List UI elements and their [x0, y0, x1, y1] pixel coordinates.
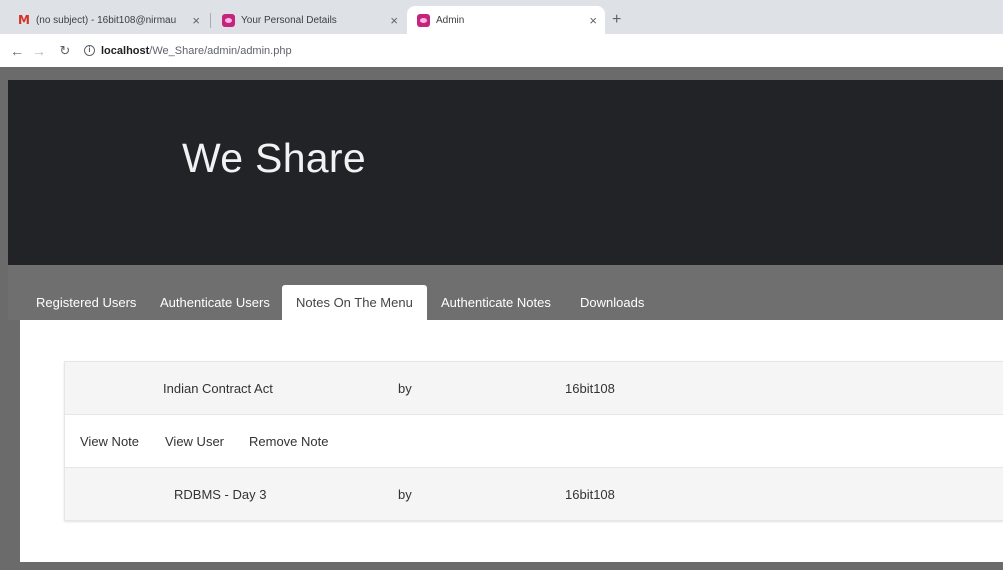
notes-panel: Indian Contract Act by 16bit108 View Not…: [20, 320, 1003, 562]
table-row: RDBMS - Day 3 by 16bit108: [65, 468, 1003, 521]
url-path: /We_Share/admin/admin.php: [149, 44, 292, 57]
tab-notes-on-the-menu[interactable]: Notes On The Menu: [282, 285, 427, 320]
view-user-link[interactable]: View User: [165, 434, 224, 449]
close-icon[interactable]: ×: [192, 13, 208, 28]
owl-icon: [417, 13, 430, 27]
browser-tab-gmail[interactable]: M (no subject) - 16bit108@nirmau ×: [8, 6, 208, 34]
new-tab-button[interactable]: +: [612, 12, 621, 28]
browser-tab-title: (no subject) - 16bit108@nirmau: [35, 14, 177, 26]
browser-tab-admin[interactable]: Admin ×: [407, 6, 605, 34]
address-bar[interactable]: i localhost/We_Share/admin/admin.php: [84, 45, 292, 57]
page-viewport: We Share Registered Users Authenticate U…: [0, 67, 1003, 570]
tab-registered-users[interactable]: Registered Users: [36, 285, 136, 320]
note-user: 16bit108: [565, 487, 615, 502]
remove-note-link[interactable]: Remove Note: [249, 434, 328, 449]
owl-icon: [222, 13, 235, 27]
admin-nav: Registered Users Authenticate Users Note…: [8, 265, 1003, 320]
close-icon[interactable]: ×: [390, 13, 406, 28]
tab-authenticate-users[interactable]: Authenticate Users: [160, 285, 270, 320]
browser-tab-strip: M (no subject) - 16bit108@nirmau × Your …: [0, 0, 1003, 34]
close-icon[interactable]: ×: [589, 13, 605, 28]
site-brand: We Share: [182, 135, 366, 181]
info-icon[interactable]: i: [84, 45, 95, 56]
site-header: We Share: [8, 80, 1003, 265]
browser-tab-title: Your Personal Details: [241, 14, 337, 26]
browser-tab-title: Admin: [436, 14, 465, 26]
note-by: by: [398, 487, 412, 502]
note-title: RDBMS - Day 3: [174, 487, 267, 502]
browser-tab-personal-details[interactable]: Your Personal Details ×: [212, 6, 406, 34]
view-note-link[interactable]: View Note: [80, 434, 139, 449]
tab-separator: [210, 13, 211, 28]
tab-authenticate-notes[interactable]: Authenticate Notes: [441, 285, 551, 320]
browser-toolbar: ← → ↻ i localhost/We_Share/admin/admin.p…: [0, 34, 1003, 67]
reload-icon[interactable]: ↻: [54, 43, 76, 59]
gmail-icon: M: [18, 13, 30, 27]
table-row: Indian Contract Act by 16bit108: [65, 362, 1003, 415]
notes-table: Indian Contract Act by 16bit108 View Not…: [64, 361, 1003, 521]
note-by: by: [398, 381, 412, 396]
note-title: Indian Contract Act: [163, 381, 273, 396]
back-arrow-icon[interactable]: ←: [6, 43, 28, 59]
note-user: 16bit108: [565, 381, 615, 396]
tab-downloads[interactable]: Downloads: [580, 285, 644, 320]
url-host: localhost: [101, 44, 150, 57]
forward-arrow-icon[interactable]: →: [28, 43, 50, 59]
table-row: View Note View User Remove Note: [65, 415, 1003, 468]
